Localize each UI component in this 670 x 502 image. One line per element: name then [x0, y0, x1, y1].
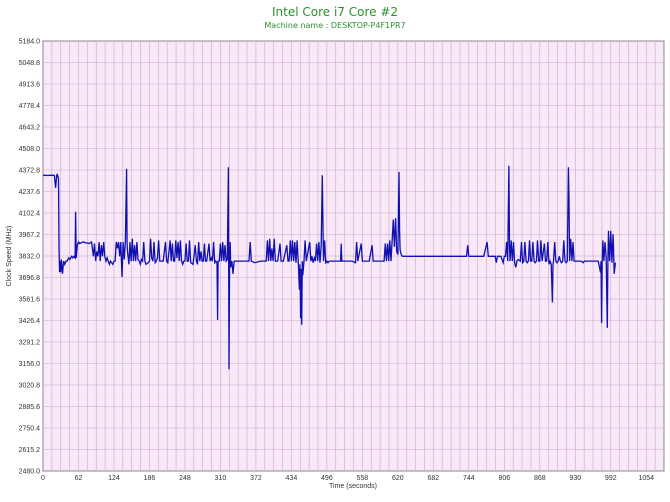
- y-tick-label: 3156.0: [19, 361, 41, 368]
- x-tick-label: 558: [357, 475, 369, 482]
- x-tick-label: 620: [392, 475, 404, 482]
- x-tick-label: 1054: [638, 475, 654, 482]
- x-tick-label: 62: [75, 475, 83, 482]
- line-chart: 2480.0 2615.2 2750.4 2885.6 3020.8 3156.0 3291…: [6, 39, 665, 490]
- y-tick-label: 3020.8: [19, 383, 41, 390]
- y-tick-label: 5048.8: [19, 60, 41, 67]
- y-tick-label: 3426.4: [19, 318, 41, 325]
- y-tick-label: 3561.6: [19, 297, 41, 304]
- x-axis-label: Time (seconds): [329, 483, 377, 490]
- y-tick-label: 2480.0: [19, 469, 41, 476]
- y-tick-label: 2750.4: [19, 426, 41, 433]
- x-axis-ticks: 0 62 124 186 248 310 372 434 496 558 620 682 744 806 8…: [41, 475, 654, 482]
- y-tick-label: 4778.4: [19, 103, 41, 110]
- y-tick-label: 4372.8: [19, 168, 41, 175]
- y-tick-label: 2615.2: [19, 447, 41, 454]
- x-tick-label: 434: [286, 475, 298, 482]
- x-tick-label: 496: [321, 475, 333, 482]
- x-tick-label: 744: [463, 475, 475, 482]
- y-tick-label: 4237.6: [19, 189, 41, 196]
- y-tick-label: 5184.0: [19, 39, 41, 46]
- x-tick-label: 372: [250, 475, 262, 482]
- y-tick-label: 3291.2: [19, 340, 41, 347]
- x-tick-label: 868: [534, 475, 546, 482]
- y-tick-label: 4643.2: [19, 125, 41, 132]
- x-tick-label: 248: [179, 475, 191, 482]
- y-tick-label: 4913.6: [19, 82, 41, 89]
- x-tick-label: 992: [605, 475, 617, 482]
- y-axis-label: Clock Speed (MHz): [6, 226, 13, 287]
- y-tick-label: 3967.2: [19, 232, 41, 239]
- x-tick-label: 0: [41, 475, 45, 482]
- x-tick-label: 310: [215, 475, 227, 482]
- x-tick-label: 124: [108, 475, 120, 482]
- y-tick-label: 3832.0: [19, 254, 41, 261]
- y-tick-label: 4102.4: [19, 211, 41, 218]
- x-tick-label: 682: [427, 475, 439, 482]
- y-tick-label: 2885.6: [19, 404, 41, 411]
- y-axis-ticks: 2480.0 2615.2 2750.4 2885.6 3020.8 3156.0 3291…: [19, 39, 41, 476]
- y-tick-label: 4508.0: [19, 146, 41, 153]
- y-tick-label: 3696.8: [19, 275, 41, 282]
- x-tick-label: 930: [569, 475, 581, 482]
- x-tick-label: 806: [498, 475, 510, 482]
- x-tick-label: 186: [144, 475, 156, 482]
